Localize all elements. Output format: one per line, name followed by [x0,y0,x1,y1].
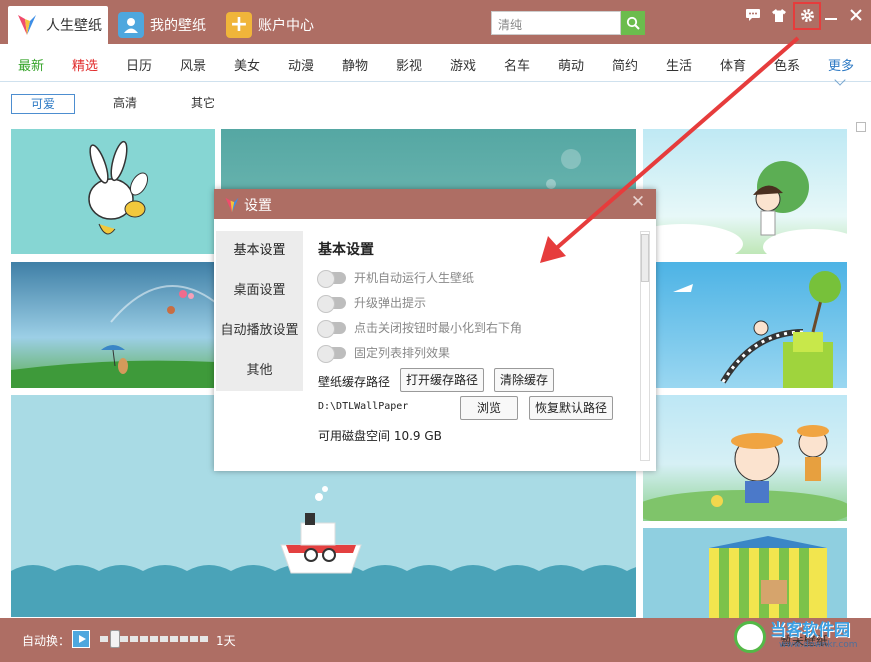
subtab-other[interactable]: 其它 [188,94,218,114]
settings-content: 基本设置 开机自动运行人生壁纸 升级弹出提示 点击关闭按钮时最小化到右下角 固定… [317,239,614,443]
minimize-icon[interactable] [820,4,842,26]
close-icon[interactable]: ✕ [628,192,648,212]
app-logo-icon [224,196,240,218]
category-sports[interactable]: 体育 [720,55,746,74]
option-autostart[interactable]: 开机自动运行人生壁纸 [317,269,475,288]
wallpaper-thumbnail[interactable] [643,528,847,618]
category-cute[interactable]: 萌动 [558,55,584,74]
gear-icon[interactable] [796,4,818,26]
interval-slider[interactable] [100,630,208,648]
wallpaper-thumbnail[interactable] [11,262,215,388]
toggle-switch[interactable] [317,319,346,338]
tab-account[interactable]: + 账户中心 [226,6,314,44]
option-minimize-on-close[interactable]: 点击关闭按钮时最小化到右下角 [317,319,523,338]
menu-other[interactable]: 其他 [216,351,303,391]
cache-path-value: D:\DTLWallPaper [318,401,409,412]
scrollbar[interactable] [856,122,866,132]
category-calendar[interactable]: 日历 [126,55,152,74]
category-bar: 最新 精选 日历 风景 美女 动漫 静物 影视 游戏 名车 萌动 简约 生活 体… [0,44,871,86]
settings-dialog: 设置 ✕ 基本设置 桌面设置 自动播放设置 其他 基本设置 开机自动运行人生壁纸… [214,189,656,471]
option-label: 开机自动运行人生壁纸 [354,271,475,285]
tab-wallpaper[interactable]: 人生壁纸 [8,6,108,44]
chevron-down-icon [834,74,846,86]
settings-menu: 基本设置 桌面设置 自动播放设置 其他 [216,231,303,391]
wallpaper-thumbnail[interactable] [643,262,847,388]
scrollbar-thumb[interactable] [641,234,649,282]
app-logo-icon [14,12,40,38]
toggle-switch[interactable] [317,294,346,313]
category-film[interactable]: 影视 [396,55,422,74]
option-label: 升级弹出提示 [354,296,427,310]
search-button[interactable] [621,11,645,35]
tshirt-icon[interactable] [768,4,790,26]
dialog-header: 设置 ✕ [214,189,656,219]
category-still-life[interactable]: 静物 [342,55,368,74]
search-input[interactable]: 清纯 [491,11,621,35]
user-icon [118,12,144,38]
tab-wallpaper-label: 人生壁纸 [46,18,102,34]
toggle-switch[interactable] [317,269,346,288]
category-beauty[interactable]: 美女 [234,55,260,74]
tab-my-wallpaper-label: 我的壁纸 [150,18,206,34]
category-anime[interactable]: 动漫 [288,55,314,74]
category-colors[interactable]: 色系 [774,55,800,74]
open-cache-button[interactable]: 打开缓存路径 [400,368,485,392]
cache-path-label: 壁纸缓存路径 [318,375,391,389]
category-cars[interactable]: 名车 [504,55,530,74]
category-featured[interactable]: 精选 [72,55,98,74]
interval-value: 1天 [216,634,236,648]
wallpaper-thumbnail[interactable] [11,129,215,254]
category-minimal[interactable]: 简约 [612,55,638,74]
toggle-switch[interactable] [317,344,346,363]
option-label: 点击关闭按钮时最小化到右下角 [354,321,523,335]
close-icon[interactable] [845,4,867,26]
clear-cache-button[interactable]: 清除缓存 [494,368,555,392]
wallpaper-thumbnail[interactable] [643,129,847,254]
tab-account-label: 账户中心 [258,18,314,34]
dialog-title: 设置 [244,198,272,214]
dialog-scrollbar[interactable] [640,231,650,461]
category-more[interactable]: 更多 [828,55,854,74]
category-games[interactable]: 游戏 [450,55,476,74]
menu-desktop-settings[interactable]: 桌面设置 [216,271,303,311]
subtab-hd[interactable]: 高清 [110,94,140,114]
menu-autoplay-settings[interactable]: 自动播放设置 [216,311,303,351]
subtab-cute[interactable]: 可爱 [11,94,75,114]
menu-basic-settings[interactable]: 基本设置 [216,231,303,271]
watermark-logo-icon [734,621,766,653]
play-icon[interactable] [72,630,90,648]
category-scenery[interactable]: 风景 [180,55,206,74]
tab-my-wallpaper[interactable]: 我的壁纸 [118,6,206,44]
option-label: 固定列表排列效果 [354,346,451,360]
auto-change-label: 自动换： [22,634,71,648]
section-title: 基本设置 [318,242,374,258]
category-newest[interactable]: 最新 [18,55,44,74]
chat-icon[interactable] [742,4,764,26]
disk-space-text: 可用磁盘空间 10.9 GB [318,429,442,443]
category-life[interactable]: 生活 [666,55,692,74]
wallpaper-thumbnail[interactable] [643,395,847,521]
search-icon [626,16,640,30]
browse-button[interactable]: 浏览 [460,396,519,420]
watermark-url: www.downkr.com [779,640,858,650]
option-fixed-list[interactable]: 固定列表排列效果 [317,344,451,363]
slider-handle[interactable] [110,630,120,648]
watermark-text: 当客软件园 [770,620,851,639]
title-bar: 人生壁纸 我的壁纸 + 账户中心 清纯 [0,0,871,44]
option-update-popup[interactable]: 升级弹出提示 [317,294,427,313]
plus-icon: + [226,12,252,38]
restore-default-path-button[interactable]: 恢复默认路径 [529,396,614,420]
